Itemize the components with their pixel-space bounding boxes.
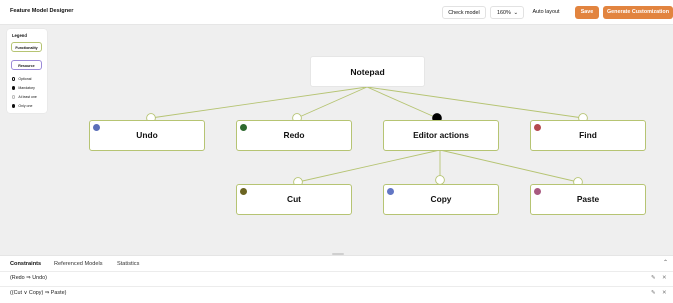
only-one-icon [12, 104, 16, 108]
feature-edges [146, 86, 588, 187]
color-dot [534, 124, 541, 131]
feature-label: Cut [287, 194, 301, 204]
legend-functionality: Functionality [11, 42, 42, 52]
feature-find[interactable]: Find [530, 120, 646, 151]
constraint-row: (Redo ⇒ Undo) ✎ ✕ [0, 271, 673, 286]
constraint-text: ((Cut ∨ Copy) ⇒ Paste) [10, 290, 67, 296]
chevron-up-icon[interactable]: ⌃ [663, 259, 668, 266]
legend-mandatory: Mandatory [12, 85, 35, 91]
feature-copy[interactable]: Copy [383, 184, 499, 215]
tab-referenced-models[interactable]: Referenced Models [54, 261, 103, 267]
color-dot [387, 188, 394, 195]
feature-label: Find [579, 130, 597, 140]
legend-only-one: Only one [12, 103, 32, 109]
legend-at-least-one: At least one [12, 94, 37, 100]
feature-undo[interactable]: Undo [89, 120, 205, 151]
feature-editor-actions[interactable]: Editor actions [383, 120, 499, 151]
feature-redo[interactable]: Redo [236, 120, 352, 151]
feature-paste[interactable]: Paste [530, 184, 646, 215]
optional-circle-icon [12, 77, 16, 81]
close-icon[interactable]: ✕ [662, 275, 667, 281]
legend-optional: Optional [12, 76, 31, 82]
color-dot [240, 188, 247, 195]
pencil-icon[interactable]: ✎ [651, 275, 656, 281]
constraint-row: ((Cut ∨ Copy) ⇒ Paste) ✎ ✕ [0, 286, 673, 301]
feature-label: Redo [283, 130, 305, 140]
legend-title: Legend [12, 33, 27, 38]
feature-root[interactable]: Notepad [310, 56, 425, 87]
color-dot [93, 124, 100, 131]
at-least-one-icon [12, 95, 16, 99]
feature-cut[interactable]: Cut [236, 184, 352, 215]
feature-label: Undo [136, 130, 158, 140]
mandatory-circle-icon [12, 86, 16, 90]
color-dot [534, 188, 541, 195]
tab-statistics[interactable]: Statistics [117, 261, 139, 267]
feature-label: Editor actions [413, 130, 469, 140]
close-icon[interactable]: ✕ [662, 290, 667, 296]
color-dot [240, 124, 247, 131]
tab-constraints[interactable]: Constraints [10, 261, 41, 267]
legend-resource: Resource [11, 60, 42, 70]
pencil-icon[interactable]: ✎ [651, 290, 656, 296]
constraint-text: (Redo ⇒ Undo) [10, 275, 47, 281]
feature-label: Paste [576, 194, 600, 204]
legend-panel: Legend Functionality Resource Optional M… [7, 29, 47, 113]
feature-label: Copy [430, 194, 452, 204]
panel-divider [0, 255, 673, 256]
